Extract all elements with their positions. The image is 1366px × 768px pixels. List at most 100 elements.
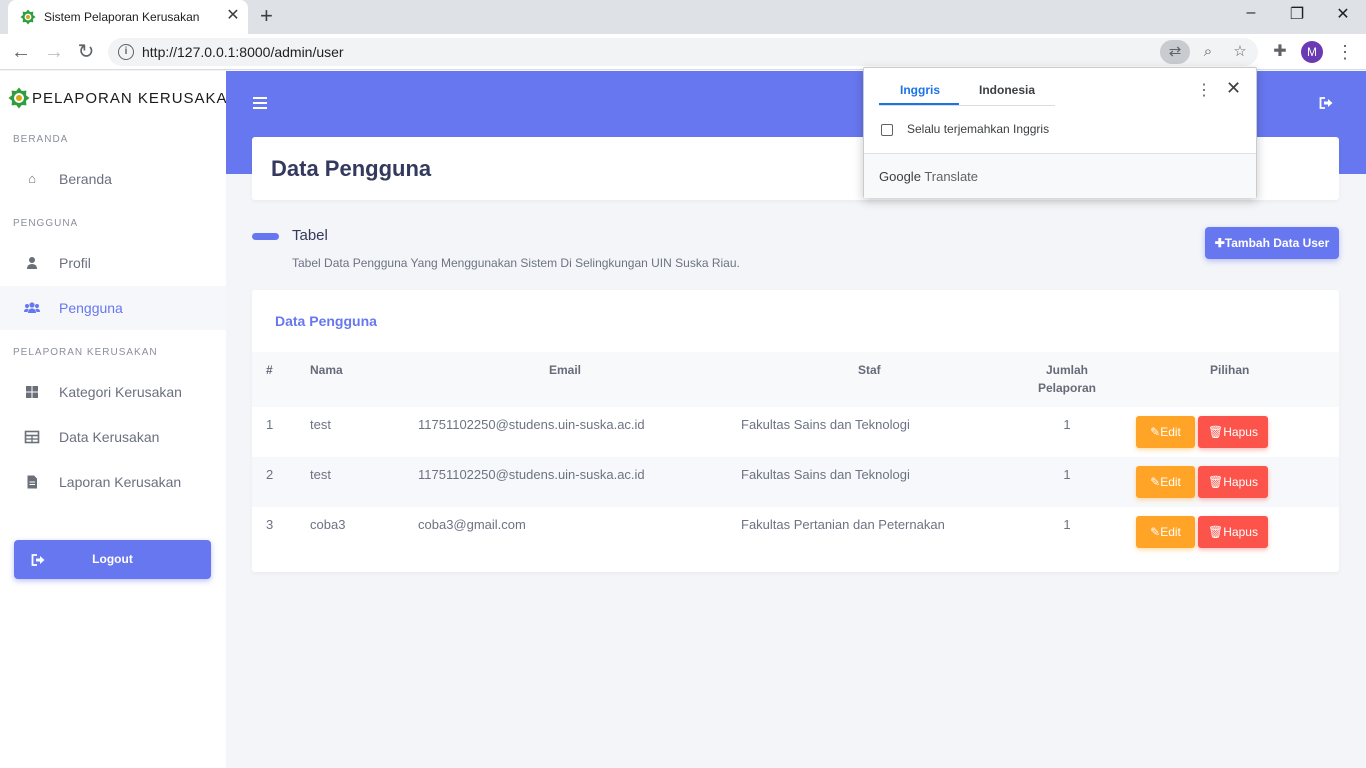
minimize-icon[interactable]: – bbox=[1241, 4, 1261, 22]
cell-staf: Fakultas Pertanian dan Peternakan bbox=[741, 517, 945, 532]
sidebar-item-kategori-kerusakan[interactable]: Kategori Kerusakan bbox=[0, 370, 226, 414]
cell-jumlah: 1 bbox=[1063, 517, 1071, 532]
file-icon bbox=[27, 475, 37, 489]
google-wordmark: Google bbox=[879, 169, 921, 184]
cell-jumlah: 1 bbox=[1063, 467, 1071, 482]
trash-icon: 🗑 bbox=[1208, 425, 1224, 439]
edit-button[interactable]: ✎Edit bbox=[1136, 466, 1195, 498]
cell-number: 1 bbox=[266, 417, 274, 432]
edit-icon: ✎ bbox=[1150, 425, 1161, 439]
cell-staf: Fakultas Sains dan Teknologi bbox=[741, 467, 910, 482]
more-options-icon[interactable]: ⋮ bbox=[1196, 80, 1212, 100]
sidebar-item-pengguna[interactable]: Pengguna bbox=[0, 286, 226, 330]
cell-staf: Fakultas Sains dan Teknologi bbox=[741, 417, 910, 432]
tab-close-icon[interactable]: ✕ bbox=[224, 8, 242, 24]
column-header-nama: Nama bbox=[310, 363, 343, 377]
window-close-icon[interactable]: ✕ bbox=[1333, 4, 1353, 24]
sidebar-item-label: Kategori Kerusakan bbox=[59, 384, 182, 400]
restore-icon[interactable]: ❐ bbox=[1287, 4, 1307, 24]
sidebar-item-beranda[interactable]: ⌂ Beranda bbox=[0, 157, 226, 201]
sidebar-heading-pelaporan: PELAPORAN KERUSAKAN bbox=[13, 347, 158, 358]
translate-tab-divider bbox=[879, 105, 1055, 106]
hamburger-menu-icon[interactable] bbox=[253, 94, 269, 112]
edit-button[interactable]: ✎Edit bbox=[1136, 516, 1195, 548]
translate-tab-target[interactable]: Indonesia bbox=[979, 83, 1035, 97]
cell-number: 3 bbox=[266, 517, 274, 532]
cell-nama: test bbox=[310, 467, 331, 482]
cell-email: 11751102250@studens.uin-suska.ac.id bbox=[418, 417, 645, 432]
grid-icon bbox=[26, 386, 38, 398]
header-sign-out-icon[interactable] bbox=[1317, 95, 1335, 111]
edit-button[interactable]: ✎Edit bbox=[1136, 416, 1195, 448]
table-title: Data Pengguna bbox=[275, 313, 377, 329]
edit-label: Edit bbox=[1160, 525, 1181, 539]
browser-menu-icon[interactable]: ⋮ bbox=[1336, 40, 1354, 64]
sidebar-item-label: Laporan Kerusakan bbox=[59, 474, 182, 490]
google-translate-logo: Google Translate bbox=[879, 169, 978, 184]
cell-jumlah: 1 bbox=[1063, 417, 1071, 432]
brand-name: PELAPORAN KERUSAKAN bbox=[32, 89, 240, 107]
translate-close-icon[interactable]: ✕ bbox=[1226, 78, 1241, 99]
add-user-label: Tambah Data User bbox=[1224, 236, 1330, 250]
translate-tab-indicator bbox=[879, 103, 959, 105]
column-header-pilihan: Pilihan bbox=[1210, 363, 1250, 377]
browser-toolbar: ← → ↻ i http://127.0.0.1:8000/admin/user… bbox=[0, 34, 1366, 70]
trash-icon: 🗑 bbox=[1208, 525, 1224, 539]
brand-logo-icon bbox=[8, 87, 30, 109]
sidebar-item-data-kerusakan[interactable]: Data Kerusakan bbox=[0, 415, 226, 459]
column-header-staf: Staf bbox=[858, 363, 881, 377]
delete-button[interactable]: 🗑Hapus bbox=[1198, 416, 1268, 448]
delete-button[interactable]: 🗑Hapus bbox=[1198, 516, 1268, 548]
table-row: 3 coba3 coba3@gmail.com Fakultas Pertani… bbox=[252, 507, 1339, 557]
cell-nama: test bbox=[310, 417, 331, 432]
users-table-card: Data Pengguna # Nama Email Staf Jumlah P… bbox=[252, 290, 1339, 572]
add-user-button[interactable]: ✚Tambah Data User bbox=[1205, 227, 1339, 259]
delete-label: Hapus bbox=[1223, 475, 1258, 489]
translate-tab-source[interactable]: Inggris bbox=[900, 83, 940, 97]
sidebar-item-laporan-kerusakan[interactable]: Laporan Kerusakan bbox=[0, 460, 226, 504]
new-tab-icon[interactable]: + bbox=[260, 5, 273, 27]
page-title: Data Pengguna bbox=[271, 156, 432, 181]
sidebar-item-label: Profil bbox=[59, 255, 91, 271]
column-header-pelaporan: Pelaporan bbox=[1037, 381, 1097, 395]
translate-wordmark: Translate bbox=[924, 169, 979, 184]
zoom-icon[interactable]: ⌕ bbox=[1196, 40, 1220, 64]
browser-tab[interactable]: Sistem Pelaporan Kerusakan ✕ bbox=[8, 0, 248, 34]
table-row: 1 test 11751102250@studens.uin-suska.ac.… bbox=[252, 407, 1339, 457]
back-icon[interactable]: ← bbox=[9, 40, 33, 64]
column-header-number: # bbox=[266, 363, 273, 377]
translate-popup: Inggris Indonesia ⋮ ✕ Selalu terjemahkan… bbox=[863, 67, 1257, 198]
browser-tabstrip: Sistem Pelaporan Kerusakan ✕ + – ❐ ✕ bbox=[0, 0, 1366, 34]
bookmark-star-icon[interactable]: ☆ bbox=[1228, 40, 1252, 64]
translate-icon[interactable]: ⇄ bbox=[1160, 40, 1190, 64]
table-row: 2 test 11751102250@studens.uin-suska.ac.… bbox=[252, 457, 1339, 507]
address-bar[interactable]: i http://127.0.0.1:8000/admin/user ⇄ ⌕ ☆ bbox=[108, 38, 1258, 66]
table-icon bbox=[24, 430, 40, 444]
user-icon bbox=[27, 257, 37, 269]
cell-nama: coba3 bbox=[310, 517, 346, 532]
url-text[interactable]: http://127.0.0.1:8000/admin/user bbox=[142, 44, 344, 60]
delete-button[interactable]: 🗑Hapus bbox=[1198, 466, 1268, 498]
edit-label: Edit bbox=[1160, 425, 1181, 439]
sidebar-item-profil[interactable]: Profil bbox=[0, 241, 226, 285]
sidebar-logout-button[interactable]: Logout bbox=[14, 540, 211, 579]
cell-email: coba3@gmail.com bbox=[418, 517, 526, 532]
sidebar-heading-pengguna: PENGGUNA bbox=[13, 218, 79, 229]
section-accent-bar bbox=[252, 233, 279, 240]
column-header-email: Email bbox=[549, 363, 582, 377]
profile-avatar[interactable]: M bbox=[1301, 41, 1323, 63]
sidebar-item-label: Data Kerusakan bbox=[59, 429, 160, 445]
site-info-icon[interactable]: i bbox=[118, 44, 134, 60]
section-description: Tabel Data Pengguna Yang Menggunakan Sis… bbox=[292, 256, 740, 270]
sidebar-item-label: Pengguna bbox=[59, 300, 123, 316]
edit-icon: ✎ bbox=[1150, 475, 1161, 489]
forward-icon[interactable]: → bbox=[42, 40, 66, 64]
brand[interactable]: PELAPORAN KERUSAKAN bbox=[8, 87, 239, 109]
reload-icon[interactable]: ↻ bbox=[74, 40, 98, 64]
always-translate-checkbox[interactable] bbox=[881, 124, 893, 136]
cell-number: 2 bbox=[266, 467, 274, 482]
extensions-icon[interactable]: ✚ bbox=[1268, 40, 1292, 64]
translate-footer: Google Translate bbox=[864, 154, 1256, 198]
site-logo-icon bbox=[20, 9, 36, 25]
always-translate-label: Selalu terjemahkan Inggris bbox=[907, 122, 1050, 136]
